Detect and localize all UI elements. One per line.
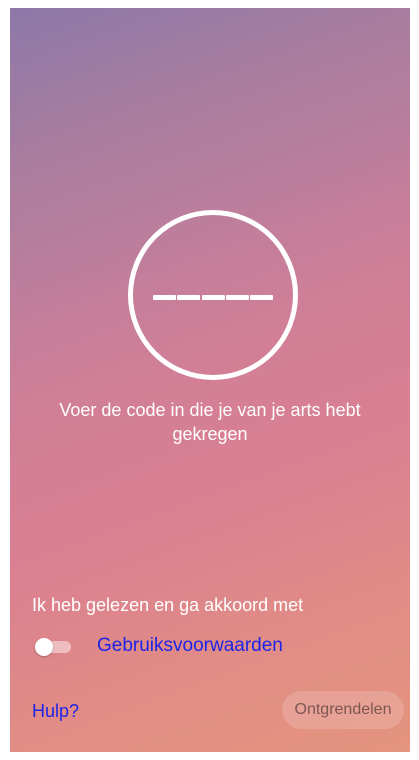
code-placeholder-dashes (153, 295, 273, 300)
terms-link[interactable]: Gebruiksvoorwaarden (97, 634, 283, 658)
toggle-knob (35, 638, 53, 656)
terms-toggle[interactable] (35, 638, 71, 656)
code-digit-slot (153, 295, 176, 300)
code-digit-slot (250, 295, 273, 300)
code-entry-circle[interactable] (128, 210, 298, 380)
code-digit-slot (177, 295, 201, 300)
terms-agree-text: Ik heb gelezen en ga akkoord met (32, 595, 304, 615)
code-digit-slot (201, 295, 225, 300)
unlock-button[interactable]: Ontgrendelen (282, 691, 404, 729)
unlock-screen: Voer de code in die je van je arts hebt … (10, 8, 410, 752)
help-link[interactable]: Hulp? (32, 699, 79, 723)
code-digit-slot (225, 295, 249, 300)
code-instruction-text: Voer de code in die je van je arts hebt … (59, 400, 361, 444)
